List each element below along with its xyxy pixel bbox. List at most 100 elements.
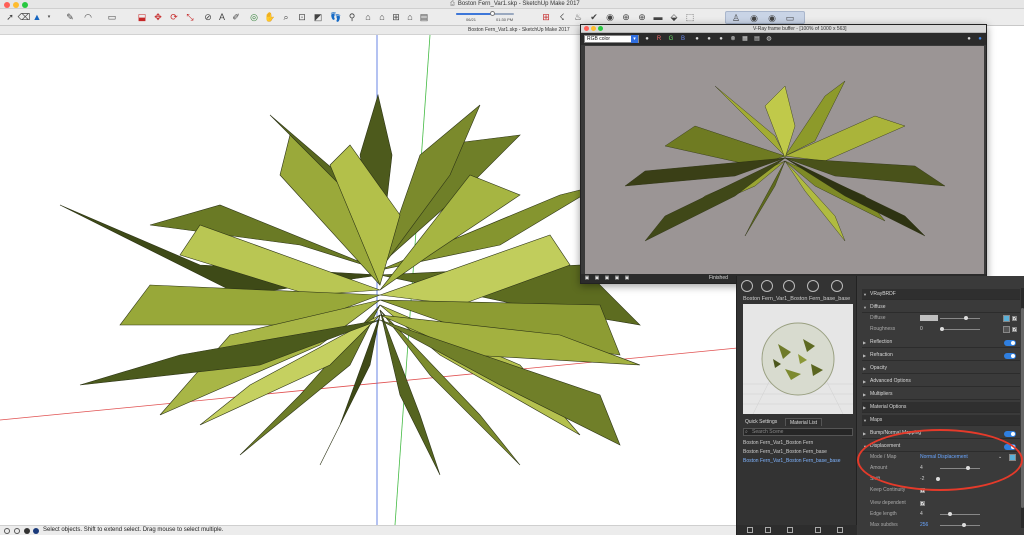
channel-select[interactable]: RGB color ▾ bbox=[584, 35, 639, 43]
delete-material-icon[interactable] bbox=[815, 527, 821, 533]
vray-progressive-icon[interactable]: ✔ bbox=[588, 11, 600, 23]
vray-plane-icon[interactable]: ▬ bbox=[652, 11, 664, 23]
previous-view-icon[interactable]: ◩ bbox=[312, 11, 324, 23]
vfb-minimize-button[interactable] bbox=[591, 26, 596, 31]
scale-tool-icon[interactable]: ⤡ bbox=[184, 11, 196, 23]
refraction-toggle[interactable] bbox=[1004, 353, 1016, 359]
credits-icon[interactable] bbox=[14, 528, 20, 534]
tab-material-list[interactable]: Material List bbox=[785, 418, 822, 426]
arc-tool-icon[interactable]: ◠ bbox=[82, 11, 94, 23]
zoom-window-button[interactable] bbox=[22, 2, 28, 8]
vray-mesh-icon[interactable]: ⊕ bbox=[636, 11, 648, 23]
max-subdivs-value[interactable]: 256 bbox=[920, 520, 928, 531]
close-window-button[interactable] bbox=[4, 2, 10, 8]
bump-toggle[interactable] bbox=[1004, 431, 1016, 437]
pan-tool-icon[interactable]: ✋ bbox=[264, 11, 276, 23]
add-material-icon[interactable] bbox=[747, 527, 753, 533]
vfb-status-icon-2[interactable]: ▣ bbox=[593, 274, 601, 282]
roughness-slider[interactable] bbox=[940, 329, 980, 330]
section-vraybrdf[interactable]: ▼ VRayBRDF bbox=[862, 289, 1020, 300]
vray-cube-icon[interactable]: ⬚ bbox=[684, 11, 696, 23]
channel-g-button[interactable]: G bbox=[667, 35, 675, 43]
push-pull-icon[interactable]: ⬓ bbox=[136, 11, 148, 23]
zoom-extents-icon[interactable]: ⊡ bbox=[296, 11, 308, 23]
save-material-icon[interactable] bbox=[787, 527, 793, 533]
diffuse-slider[interactable] bbox=[940, 318, 980, 319]
max-subdivs-slider[interactable] bbox=[940, 525, 980, 526]
vray-eye-icon[interactable]: ◉ bbox=[748, 12, 760, 24]
edge-length-value[interactable]: 4 bbox=[920, 509, 923, 520]
section-opacity[interactable]: ▶ Opacity bbox=[862, 363, 1020, 374]
vray-frame-buffer-icon[interactable]: ◉ bbox=[604, 11, 616, 23]
section-multipliers[interactable]: ▶ Multipliers bbox=[862, 389, 1020, 400]
search-input[interactable]: ⌕ Search Scene bbox=[743, 428, 853, 436]
section-refraction[interactable]: ▶ Refraction bbox=[862, 350, 1020, 361]
vray-lights-icon[interactable]: ⊕ bbox=[620, 11, 632, 23]
import-material-icon[interactable] bbox=[765, 527, 771, 533]
view-dependent-checkbox[interactable]: ✓ bbox=[920, 501, 925, 507]
clear-image-icon[interactable]: ⊗ bbox=[729, 35, 737, 43]
shadow-date-knob[interactable] bbox=[490, 11, 495, 16]
textures-category-icon[interactable] bbox=[807, 280, 819, 292]
info-icon[interactable] bbox=[4, 528, 10, 534]
render-canvas[interactable] bbox=[585, 46, 984, 274]
reflection-toggle[interactable] bbox=[1004, 340, 1016, 346]
vfb-status-icon-5[interactable]: ▣ bbox=[623, 274, 631, 282]
rotate-tool-icon[interactable]: ⟳ bbox=[168, 11, 180, 23]
help-icon[interactable] bbox=[33, 528, 39, 534]
list-item[interactable]: Boston Fern_Var1_Boston Fern_base bbox=[741, 448, 853, 457]
max-subdivs-slider-knob[interactable] bbox=[962, 523, 966, 527]
zoom-tool-icon[interactable]: ⌕ bbox=[280, 11, 292, 23]
component-icon[interactable]: ⌂ bbox=[404, 11, 416, 23]
diffuse-map-button[interactable] bbox=[1003, 315, 1010, 322]
purge-material-icon[interactable] bbox=[837, 527, 843, 533]
stop-render-icon[interactable]: ● bbox=[965, 35, 973, 43]
select-tool-icon[interactable]: ➚ bbox=[4, 11, 16, 23]
diffuse-slider-knob[interactable] bbox=[964, 316, 968, 320]
vfb-status-icon-1[interactable]: ▣ bbox=[583, 274, 591, 282]
region-icon[interactable]: ▦ bbox=[741, 35, 749, 43]
tab-quick-settings[interactable]: Quick Settings bbox=[741, 418, 781, 426]
section-material-options[interactable]: ▶ Material Options bbox=[862, 402, 1020, 413]
roughness-checkbox[interactable]: ✓ bbox=[1012, 327, 1017, 333]
tape-measure-icon[interactable]: ⊘ bbox=[202, 11, 214, 23]
vfb-status-icon-4[interactable]: ▣ bbox=[613, 274, 621, 282]
rectangle-tool-icon[interactable]: ▭ bbox=[106, 11, 118, 23]
vray-lock-icon[interactable]: ♙ bbox=[730, 12, 742, 24]
vfb-status-icon-3[interactable]: ▣ bbox=[603, 274, 611, 282]
eraser-tool-icon[interactable]: ⌫ bbox=[18, 11, 31, 23]
paint-bucket-icon[interactable]: ▲ bbox=[31, 11, 43, 23]
section-maps[interactable]: ▼ Maps bbox=[862, 415, 1020, 426]
section-plane-icon[interactable]: ▤ bbox=[418, 11, 430, 23]
mono-icon[interactable]: ● bbox=[693, 35, 701, 43]
dropdown-arrow-icon[interactable]: ▾ bbox=[43, 11, 55, 23]
edge-length-slider[interactable] bbox=[940, 514, 980, 515]
geometry-category-icon[interactable] bbox=[783, 280, 795, 292]
edge-length-slider-knob[interactable] bbox=[948, 512, 952, 516]
channel-r-button[interactable]: R bbox=[655, 35, 663, 43]
user-icon[interactable] bbox=[24, 528, 30, 534]
section-reflection[interactable]: ▶ Reflection bbox=[862, 337, 1020, 348]
settings-category-icon[interactable] bbox=[831, 280, 843, 292]
walk-tool-icon[interactable]: 👣 bbox=[330, 11, 342, 23]
warehouse-icon[interactable]: ⌂ bbox=[362, 11, 374, 23]
vray-eye-icon-2[interactable]: ◉ bbox=[766, 12, 778, 24]
roughness-slider-knob[interactable] bbox=[940, 327, 944, 331]
paint-icon[interactable]: ✐ bbox=[230, 11, 242, 23]
vfb-close-button[interactable] bbox=[584, 26, 589, 31]
roughness-map-button[interactable] bbox=[1003, 326, 1010, 333]
channel-b-button[interactable]: B bbox=[679, 35, 687, 43]
list-item[interactable]: Boston Fern_Var1_Boston Fern bbox=[741, 439, 853, 448]
section-advanced-options[interactable]: ▶ Advanced Options bbox=[862, 376, 1020, 387]
lens-effects-icon[interactable]: ◍ bbox=[765, 35, 773, 43]
render-icon[interactable]: ● bbox=[976, 35, 984, 43]
text-tool-icon[interactable]: A bbox=[216, 11, 228, 23]
color-balls-icon[interactable]: ● bbox=[643, 35, 651, 43]
vray-window-icon[interactable]: ▭ bbox=[784, 12, 796, 24]
minimize-window-button[interactable] bbox=[13, 2, 19, 8]
move-tool-icon[interactable]: ✥ bbox=[152, 11, 164, 23]
vray-render-icon[interactable]: ⊞ bbox=[540, 11, 552, 23]
load-image-icon[interactable]: ● bbox=[717, 35, 725, 43]
diffuse-color-swatch[interactable] bbox=[920, 315, 938, 321]
history-icon[interactable]: ▤ bbox=[753, 35, 761, 43]
